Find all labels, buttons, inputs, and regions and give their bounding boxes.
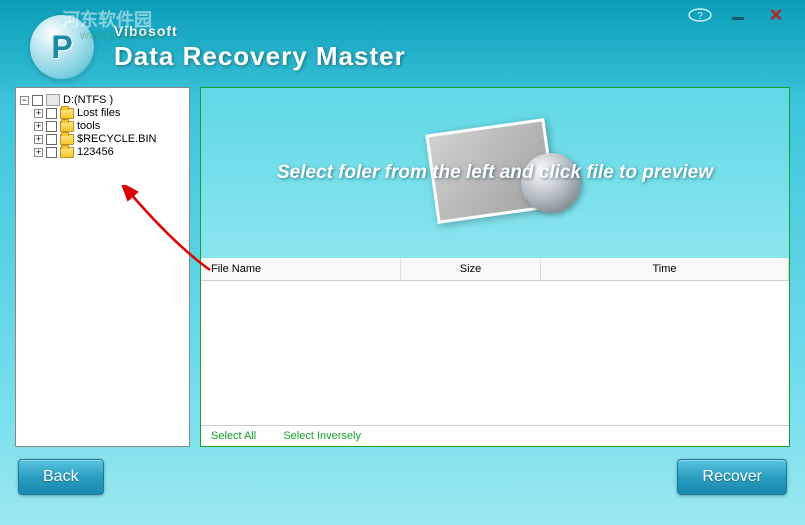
expand-icon[interactable]: +	[34, 135, 43, 144]
checkbox[interactable]	[32, 95, 43, 106]
tree-item[interactable]: + tools	[34, 120, 185, 132]
column-time[interactable]: Time	[541, 258, 789, 280]
preview-hint-text: Select foler from the left and click fil…	[267, 162, 723, 184]
column-size[interactable]: Size	[401, 258, 541, 280]
checkbox[interactable]	[46, 121, 57, 132]
product-name: Data Recovery Master	[114, 41, 406, 72]
expand-icon[interactable]: +	[34, 122, 43, 131]
folder-icon	[60, 147, 74, 158]
drive-icon	[46, 94, 60, 106]
collapse-icon[interactable]: −	[20, 96, 29, 105]
footer: Back Recover	[0, 447, 805, 507]
titlebar: ? ×	[686, 0, 805, 30]
brand-name: Vibosoft	[114, 23, 406, 39]
right-panel: Select foler from the left and click fil…	[200, 87, 790, 447]
checkbox[interactable]	[46, 108, 57, 119]
select-all-link[interactable]: Select All	[211, 430, 256, 442]
drive-label[interactable]: D:(NTFS )	[63, 94, 113, 106]
header: P Vibosoft Data Recovery Master	[0, 0, 805, 87]
expand-icon[interactable]: +	[34, 109, 43, 118]
folder-icon	[60, 121, 74, 132]
folder-label[interactable]: Lost files	[77, 107, 120, 119]
folder-label[interactable]: 123456	[77, 146, 114, 158]
back-button[interactable]: Back	[18, 459, 104, 495]
checkbox[interactable]	[46, 147, 57, 158]
folder-icon	[60, 134, 74, 145]
folder-tree[interactable]: − D:(NTFS ) + Lost files + tools + $RECY…	[15, 87, 190, 447]
tree-item[interactable]: + Lost files	[34, 107, 185, 119]
table-body[interactable]	[201, 281, 789, 425]
svg-text:?: ?	[697, 11, 703, 22]
tree-item[interactable]: + 123456	[34, 146, 185, 158]
help-button[interactable]: ?	[686, 6, 714, 24]
column-filename[interactable]: File Name	[201, 258, 401, 280]
select-inverse-link[interactable]: Select Inversely	[283, 430, 361, 442]
recover-button[interactable]: Recover	[677, 459, 787, 495]
preview-area: Select foler from the left and click fil…	[201, 88, 789, 258]
app-logo: P	[30, 15, 94, 79]
tree-root-drive[interactable]: − D:(NTFS )	[20, 94, 185, 106]
selection-bar: Select All Select Inversely	[201, 425, 789, 446]
expand-icon[interactable]: +	[34, 148, 43, 157]
file-table: File Name Size Time	[201, 258, 789, 425]
folder-icon	[60, 108, 74, 119]
tree-item[interactable]: + $RECYCLE.BIN	[34, 133, 185, 145]
table-header: File Name Size Time	[201, 258, 789, 281]
checkbox[interactable]	[46, 134, 57, 145]
folder-label[interactable]: tools	[77, 120, 100, 132]
close-button[interactable]: ×	[762, 6, 790, 24]
minimize-button[interactable]	[724, 6, 752, 24]
folder-label[interactable]: $RECYCLE.BIN	[77, 133, 156, 145]
